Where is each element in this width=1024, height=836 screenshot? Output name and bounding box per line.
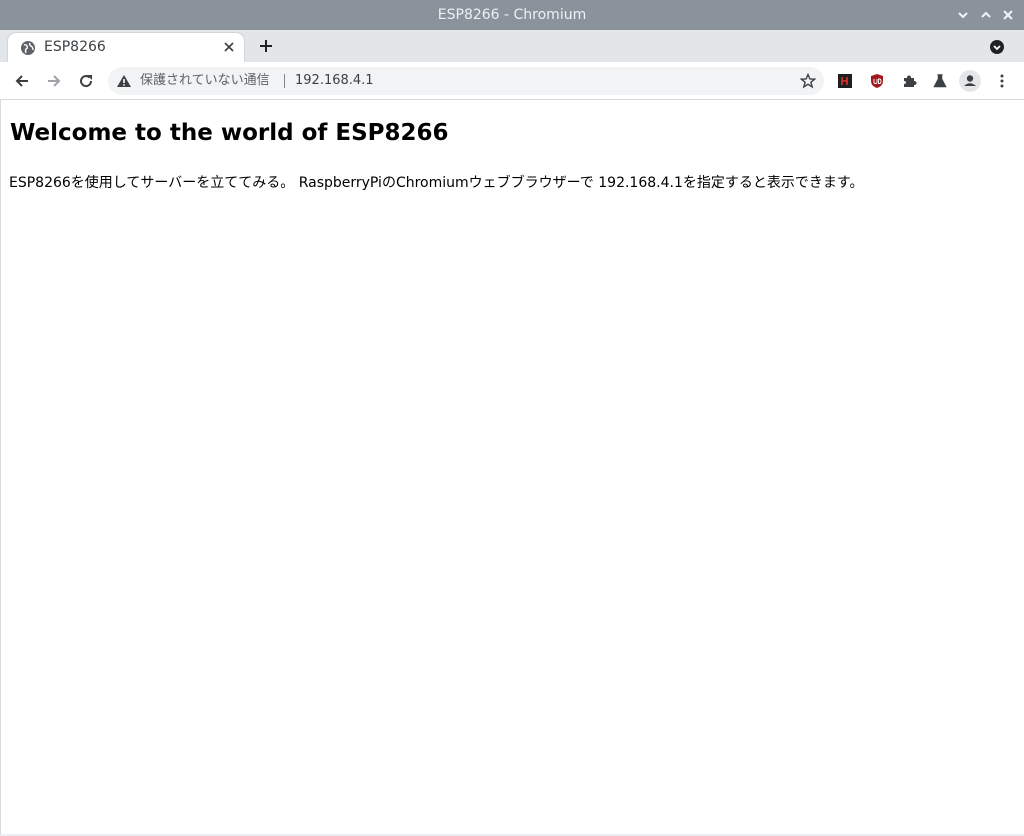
- menu-button[interactable]: [989, 68, 1015, 94]
- reload-icon: [80, 75, 93, 88]
- tab-strip: ESP8266: [0, 30, 1024, 62]
- tab-search-button[interactable]: [986, 36, 1008, 58]
- profile-button[interactable]: [957, 68, 983, 94]
- labs-button[interactable]: [927, 68, 953, 94]
- maximize-button[interactable]: [975, 0, 997, 30]
- ublock-button[interactable]: [864, 68, 890, 94]
- bookmark-button[interactable]: [798, 71, 818, 91]
- close-icon: [1003, 10, 1013, 20]
- warning-icon[interactable]: [116, 73, 132, 89]
- star-icon: [800, 73, 816, 89]
- page-paragraph: ESP8266を使用してサーバーを立ててみる。 RaspberryPiのChro…: [9, 175, 864, 191]
- new-tab-button[interactable]: [254, 34, 278, 58]
- arrow-left-icon: [15, 75, 28, 87]
- close-icon: [224, 42, 234, 52]
- address-bar[interactable]: 保護されていない通信 192.168.4.1: [108, 67, 824, 95]
- url-text[interactable]: 192.168.4.1: [295, 67, 374, 95]
- toolbar: 保護されていない通信 192.168.4.1: [0, 62, 1024, 100]
- title-bar: ESP8266 - Chromium: [0, 0, 1024, 30]
- globe-icon: [21, 41, 35, 55]
- tab-title: ESP8266: [44, 39, 106, 55]
- omnibox-divider: [284, 74, 285, 88]
- security-status-label[interactable]: 保護されていない通信: [140, 67, 270, 95]
- page-heading: Welcome to the world of ESP8266: [10, 120, 449, 146]
- ublock-shield-icon: [871, 74, 883, 88]
- window-title: ESP8266 - Chromium: [437, 7, 587, 23]
- more-vert-icon: [1000, 74, 1004, 88]
- puzzle-icon: [904, 75, 917, 87]
- chevron-up-icon: [981, 11, 991, 18]
- close-window-button[interactable]: [997, 0, 1019, 30]
- back-button[interactable]: [9, 68, 35, 94]
- minimize-button[interactable]: [952, 0, 974, 30]
- tab-close-button[interactable]: [220, 38, 238, 56]
- plus-icon: [260, 40, 272, 52]
- tab-esp8266[interactable]: ESP8266: [8, 33, 244, 62]
- h-extension-icon: [838, 74, 852, 88]
- arrow-right-icon: [48, 75, 61, 87]
- page-content: Welcome to the world of ESP8266 ESP8266を…: [0, 100, 1024, 836]
- browser-window: ESP8266 - Chromium ESP8266 保護されていない通信 19…: [0, 0, 1024, 836]
- flask-icon: [933, 74, 947, 88]
- chevron-down-icon: [958, 12, 968, 19]
- tab-search-icon: [990, 40, 1004, 54]
- extension-h-button[interactable]: [832, 68, 858, 94]
- reload-button[interactable]: [73, 68, 99, 94]
- extensions-button[interactable]: [896, 68, 922, 94]
- content-left-border: [0, 100, 1, 836]
- avatar-icon: [959, 70, 981, 92]
- forward-button[interactable]: [41, 68, 67, 94]
